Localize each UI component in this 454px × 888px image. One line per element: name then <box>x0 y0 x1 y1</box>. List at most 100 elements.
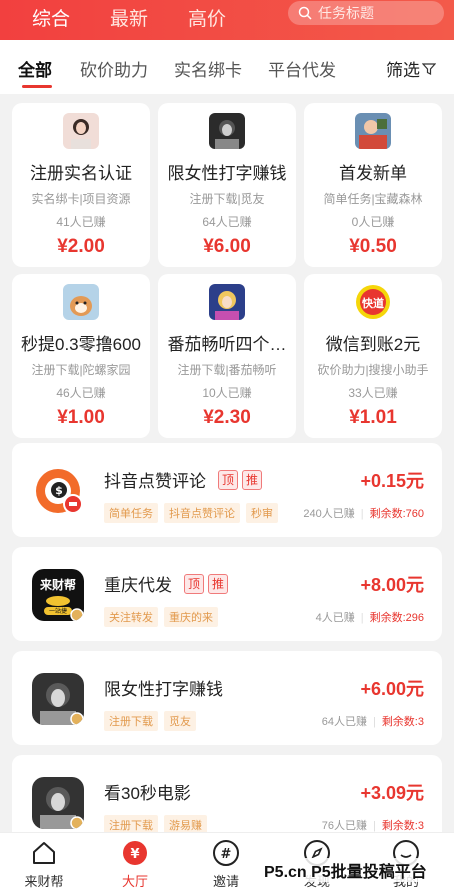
task-row-title: 重庆代发 顶 推 <box>104 571 228 596</box>
tag: 秒审 <box>246 503 278 523</box>
task-row-3[interactable]: 限女性打字赚钱 +6.00元 注册下载 觅友 64人已赚 | 剩余数:3 <box>12 651 442 745</box>
task-avatar <box>63 113 99 149</box>
task-row-title-text: 重庆代发 <box>104 576 172 595</box>
laicaibang-logo-text: 来财帮 <box>39 577 76 592</box>
task-card-2[interactable]: 限女性打字赚钱 注册下载|觅友 64人已赚 ¥6.00 <box>158 103 296 267</box>
task-earned: 46人已赚 <box>56 386 106 400</box>
top-tab-comprehensive[interactable]: 综合 <box>32 8 70 32</box>
tag: 注册下载 <box>104 711 158 731</box>
task-row-title-text: 抖音点赞评论 <box>104 472 206 491</box>
task-row-price: +6.00元 <box>360 679 424 699</box>
category-platform[interactable]: 平台代发 <box>268 56 336 81</box>
category-realname[interactable]: 实名绑卡 <box>174 56 242 81</box>
nav-hall[interactable]: ¥ 大厅 <box>105 839 165 888</box>
task-title: 首发新单 <box>339 164 407 183</box>
task-row-tags: 注册下载 觅友 <box>104 711 202 731</box>
task-subtitle: 注册下载|番茄畅听 <box>177 363 277 377</box>
task-title: 微信到账2元 <box>325 335 421 354</box>
task-row-price: +3.09元 <box>360 783 424 803</box>
tag: 关注转发 <box>104 607 158 627</box>
task-earned: 0人已赚 <box>351 215 395 229</box>
task-price: ¥6.00 <box>203 236 251 257</box>
svg-text:¥: ¥ <box>130 847 139 862</box>
task-card-3[interactable]: 首发新单 简单任务|宝藏森林 0人已赚 ¥0.50 <box>304 103 442 267</box>
task-row-1[interactable]: $ 抖音点赞评论 顶 推 +0.15元 简单任务 抖音点赞评论 秒审 240人已… <box>12 443 442 537</box>
filter-button[interactable]: 筛选 <box>386 56 436 81</box>
task-title: 秒提0.3零撸600 <box>21 335 141 354</box>
watermark: P5.cn P5批量投稿平台 <box>262 858 429 882</box>
yizhanlian-logo-text: 一站捷 <box>49 607 67 615</box>
kuaidao-logo-text: 快道 <box>361 296 384 310</box>
task-avatar: 快道 <box>355 284 391 320</box>
task-subtitle: 注册下载|陀螺家园 <box>31 363 131 377</box>
task-avatar <box>209 284 245 320</box>
task-avatar <box>355 113 391 149</box>
task-earned: 41人已赚 <box>56 215 106 229</box>
task-row-earned: 240人已赚 <box>303 508 355 520</box>
filter-label: 筛选 <box>386 61 420 80</box>
task-row-title: 看30秒电影 <box>104 779 191 804</box>
douyin-app-icon: $ <box>32 465 84 517</box>
top-tab-high-price[interactable]: 高价 <box>188 8 226 32</box>
task-row-earned: 64人已赚 <box>321 716 367 728</box>
tag: 觅友 <box>164 711 196 731</box>
category-underline <box>22 85 52 88</box>
task-row-tags: 关注转发 重庆的来 <box>104 607 224 627</box>
top-tab-latest[interactable]: 最新 <box>110 8 148 32</box>
laicaibang-app-icon: 来财帮 一站捷 <box>32 569 84 621</box>
home-icon <box>30 839 58 867</box>
task-title: 限女性打字赚钱 <box>167 164 287 183</box>
task-card-1[interactable]: 注册实名认证 实名绑卡|项目资源 41人已赚 ¥2.00 <box>12 103 150 267</box>
nav-invite[interactable]: # 邀请 <box>196 839 256 888</box>
task-row-remaining: 剩余数:760 <box>369 508 424 520</box>
task-price: ¥2.00 <box>57 236 105 257</box>
task-row-title: 限女性打字赚钱 <box>104 675 223 700</box>
task-row-avatar <box>32 673 84 725</box>
task-subtitle: 注册下载|觅友 <box>189 192 265 206</box>
task-title: 番茄畅听四个… <box>167 335 287 354</box>
task-row-earned: 76人已赚 <box>321 820 367 832</box>
top-bar: 综合 最新 高价 任务标题 <box>0 0 454 40</box>
task-row-2[interactable]: 来财帮一站捷 重庆代发 顶 推 +8.00元 关注转发 重庆的来 4人已赚 | 剩余… <box>12 547 442 641</box>
nav-home[interactable]: 来财帮 <box>14 839 74 888</box>
category-bargain[interactable]: 砍价助力 <box>80 56 148 81</box>
task-row-title-text: 看30秒电影 <box>104 784 191 803</box>
recommend-badge: 推 <box>242 469 262 490</box>
task-price: ¥0.50 <box>349 236 397 257</box>
task-row-title-text: 限女性打字赚钱 <box>104 680 223 699</box>
task-row-remaining: 剩余数:3 <box>381 716 424 728</box>
task-earned: 10人已赚 <box>202 386 252 400</box>
category-bar: 全部 砍价助力 实名绑卡 平台代发 筛选 <box>0 40 454 94</box>
task-card-6[interactable]: 快道 微信到账2元 砍价助力|搜搜小助手 33人已赚 ¥1.01 <box>304 274 442 438</box>
task-subtitle: 简单任务|宝藏森林 <box>323 192 423 206</box>
task-row-stats: 64人已赚 | 剩余数:3 <box>321 716 424 728</box>
search-input[interactable]: 任务标题 <box>288 1 444 25</box>
task-subtitle: 砍价助力|搜搜小助手 <box>317 363 429 377</box>
task-card-5[interactable]: 番茄畅听四个… 注册下载|番茄畅听 10人已赚 ¥2.30 <box>158 274 296 438</box>
task-earned: 64人已赚 <box>202 215 252 229</box>
nav-label: 来财帮 <box>24 874 64 888</box>
task-row-tags: 简单任务 抖音点赞评论 秒审 <box>104 503 284 523</box>
task-card-4[interactable]: 秒提0.3零撸600 注册下载|陀螺家园 46人已赚 ¥1.00 <box>12 274 150 438</box>
task-price: ¥2.30 <box>203 407 251 428</box>
tag: 重庆的来 <box>164 607 218 627</box>
task-row-stats: 240人已赚 | 剩余数:760 <box>303 508 424 520</box>
task-row-avatar <box>32 777 84 829</box>
task-price: ¥1.00 <box>57 407 105 428</box>
task-subtitle: 实名绑卡|项目资源 <box>31 192 131 206</box>
task-price: ¥1.01 <box>349 407 397 428</box>
tag: 抖音点赞评论 <box>164 503 240 523</box>
nav-label: 邀请 <box>212 874 239 888</box>
task-row-stats: 4人已赚 | 剩余数:296 <box>315 612 424 624</box>
task-row-earned: 4人已赚 <box>315 612 355 624</box>
top-badge: 顶 <box>218 469 238 490</box>
tag: 简单任务 <box>104 503 158 523</box>
task-row-price: +8.00元 <box>360 575 424 595</box>
task-row-stats: 76人已赚 | 剩余数:3 <box>321 820 424 832</box>
category-all[interactable]: 全部 <box>18 56 52 81</box>
task-row-price: +0.15元 <box>360 471 424 491</box>
task-row-remaining: 剩余数:3 <box>381 820 424 832</box>
search-icon <box>298 6 312 20</box>
search-placeholder: 任务标题 <box>318 5 374 21</box>
top-badge: 顶 <box>184 573 204 594</box>
